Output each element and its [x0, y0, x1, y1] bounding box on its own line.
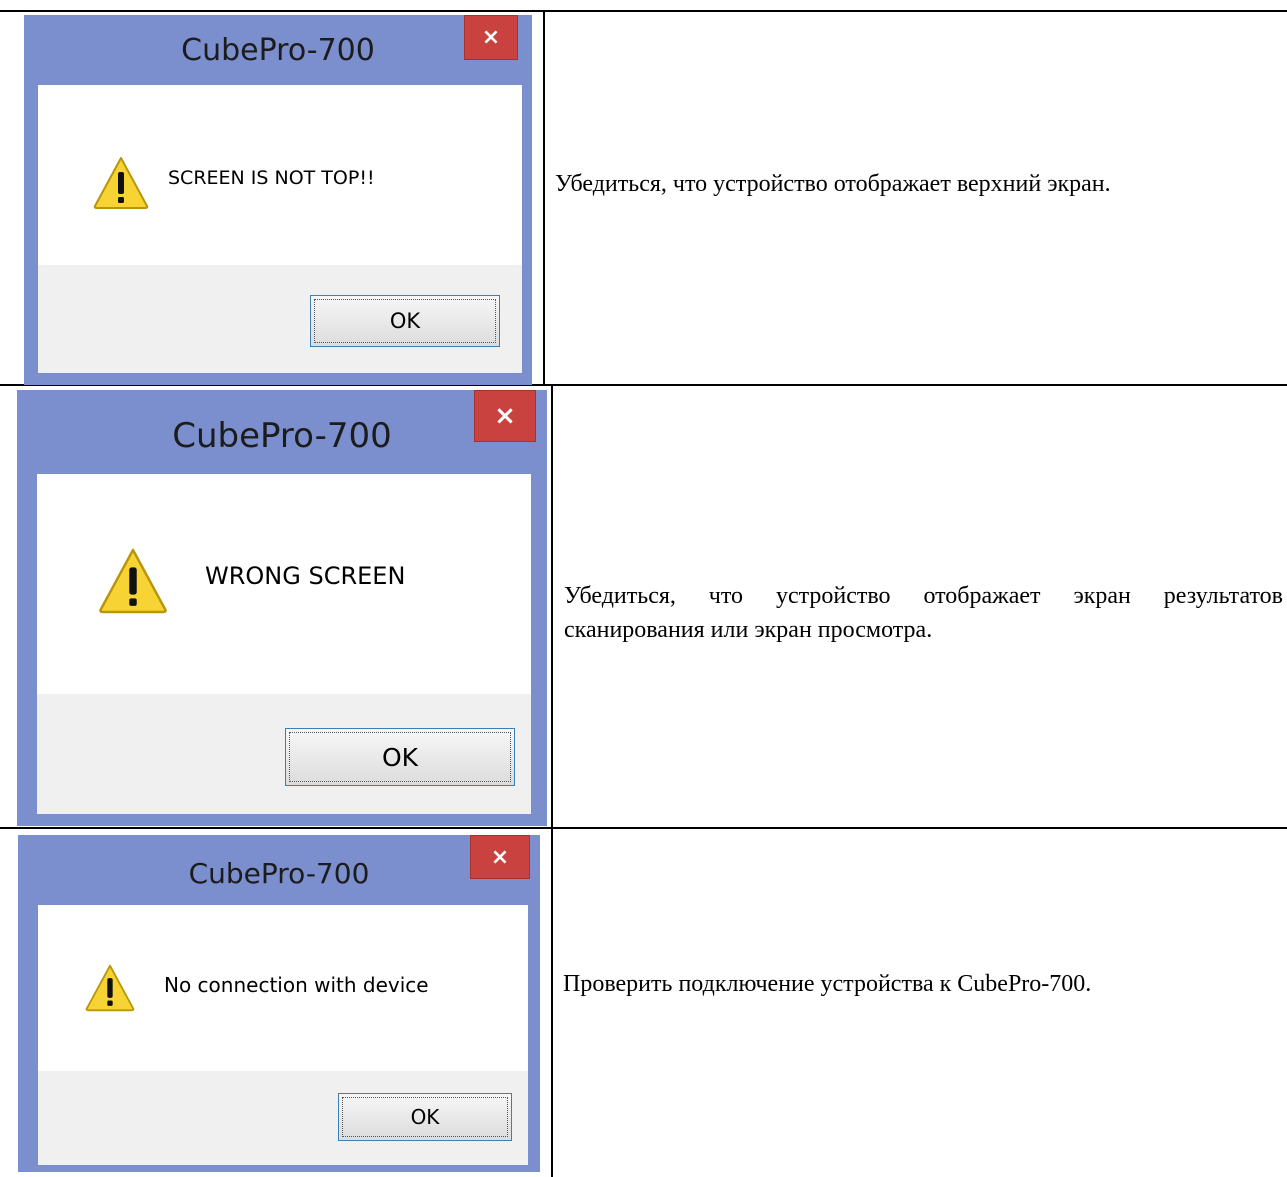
row-description: Убедиться, что устройство отображает вер…: [555, 171, 1111, 197]
warning-icon: [93, 157, 149, 209]
close-icon: ×: [481, 25, 501, 50]
ok-button[interactable]: OK: [338, 1093, 512, 1141]
dialog-client-area: SCREEN IS NOT TOP!! OK: [38, 85, 522, 373]
dialog-title: CubePro-700: [188, 857, 370, 890]
row-description: Убедиться, что устройство отображает экр…: [564, 583, 1283, 643]
close-button[interactable]: ×: [474, 390, 536, 442]
row-divider-2: [0, 827, 1287, 829]
column-divider-row-3: [551, 829, 553, 1177]
ok-button[interactable]: OK: [310, 295, 500, 347]
table-top-border: [0, 10, 1287, 12]
close-icon: ×: [490, 844, 510, 870]
column-divider-row-2: [551, 386, 553, 829]
dialog-title: CubePro-700: [181, 33, 375, 68]
dialog-button-area: OK: [38, 265, 522, 373]
message-dialog-screen-not-top: CubePro-700 × SCREEN IS NOT TOP!! OK: [24, 15, 532, 385]
ok-button-label: OK: [381, 742, 419, 772]
message-dialog-wrong-screen: CubePro-700 × WRONG SCREEN OK: [17, 390, 547, 826]
dialog-button-area: OK: [37, 694, 531, 814]
ok-button[interactable]: OK: [285, 728, 515, 786]
dialog-message: No connection with device: [164, 973, 429, 997]
dialog-title: CubePro-700: [172, 416, 392, 456]
close-button[interactable]: ×: [464, 15, 518, 60]
ok-button-label: OK: [410, 1105, 440, 1129]
dialog-client-area: WRONG SCREEN OK: [37, 474, 531, 814]
dialog-client-area: No connection with device OK: [38, 905, 528, 1165]
dialog-message: WRONG SCREEN: [205, 562, 406, 590]
ok-button-label: OK: [389, 309, 421, 333]
column-divider-row-1: [543, 10, 545, 386]
close-icon: ×: [494, 401, 516, 431]
warning-icon: [99, 548, 167, 614]
message-dialog-no-connection: CubePro-700 × No connection with device …: [18, 835, 540, 1172]
warning-icon: [85, 964, 135, 1012]
row-description: Проверить подключение устройства к CubeP…: [563, 971, 1092, 997]
dialog-message: SCREEN IS NOT TOP!!: [168, 167, 375, 189]
dialog-button-area: OK: [38, 1071, 528, 1165]
close-button[interactable]: ×: [470, 835, 530, 879]
